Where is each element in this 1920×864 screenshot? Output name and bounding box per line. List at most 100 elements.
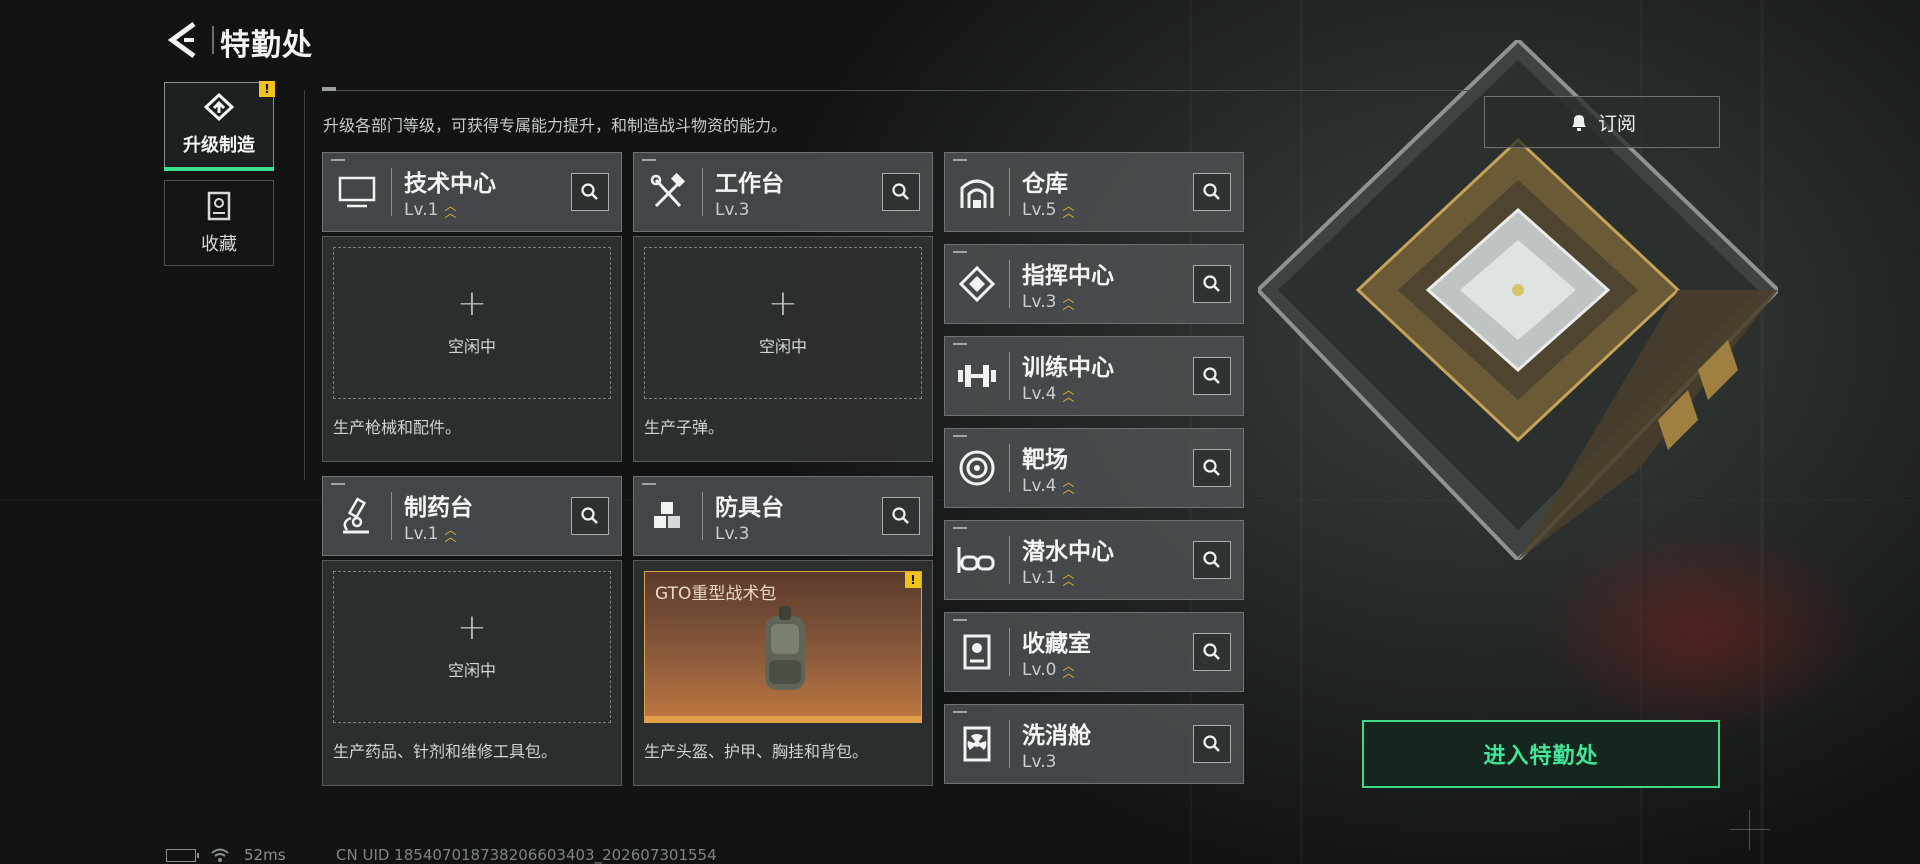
production-slot[interactable]: + 空闲中 bbox=[333, 571, 611, 723]
enter-label: 进入特勤处 bbox=[1483, 744, 1599, 769]
workshop-body-tech-center: + 空闲中 生产枪械和配件。 bbox=[322, 236, 622, 462]
slot-status: 空闲中 bbox=[447, 337, 496, 356]
plus-icon: + bbox=[767, 283, 799, 324]
search-button[interactable] bbox=[1193, 633, 1231, 671]
facility-name: 洗消舱 bbox=[1022, 723, 1091, 749]
search-button[interactable] bbox=[1193, 725, 1231, 763]
workshop-header-pharmacy[interactable]: 制药台 Lv.1 ︿ ︿ bbox=[322, 476, 622, 556]
magnifier-icon bbox=[1203, 643, 1220, 660]
microscope-icon bbox=[343, 497, 369, 534]
target-icon bbox=[959, 450, 995, 486]
tab-collection[interactable]: 收藏 bbox=[164, 180, 274, 266]
back-button[interactable] bbox=[164, 18, 204, 62]
magnifier-icon bbox=[581, 183, 598, 200]
alert-badge: ! bbox=[259, 81, 275, 97]
search-button[interactable] bbox=[1193, 173, 1231, 211]
facility-decontamination-pod[interactable]: 洗消舱 Lv.3 bbox=[944, 704, 1244, 784]
plus-icon: + bbox=[456, 607, 488, 648]
upgrade-chevron-icon: ︿ ︿ bbox=[1062, 199, 1075, 220]
search-button[interactable] bbox=[882, 497, 920, 535]
workshop-header-armor-bench[interactable]: 防具台 Lv.3 bbox=[633, 476, 933, 556]
facility-name: 训练中心 bbox=[1022, 355, 1114, 381]
facility-level: Lv.3 bbox=[1022, 752, 1057, 772]
workshop-description: 生产枪械和配件。 bbox=[333, 418, 462, 437]
magnifier-icon bbox=[1203, 183, 1220, 200]
left-rail-line bbox=[304, 90, 305, 480]
diving-goggles-icon bbox=[957, 547, 995, 573]
workshop-description: 生产头盔、护甲、胸挂和背包。 bbox=[644, 742, 869, 761]
workshop-name: 制药台 bbox=[404, 495, 473, 521]
search-button[interactable] bbox=[1193, 449, 1231, 487]
upgrade-chevron-icon: ︿ ︿ bbox=[1062, 659, 1075, 680]
battery-icon bbox=[166, 848, 199, 862]
section-rule bbox=[322, 90, 1472, 91]
facility-level: Lv.5 bbox=[1022, 200, 1057, 220]
intro-text: 升级各部门等级，可获得专属能力提升，和制造战斗物资的能力。 bbox=[323, 116, 788, 135]
subscribe-label: 订阅 bbox=[1597, 112, 1636, 135]
item-rarity-bar bbox=[645, 716, 921, 722]
production-slot[interactable]: + 空闲中 bbox=[333, 247, 611, 399]
facility-name: 潜水中心 bbox=[1022, 539, 1114, 565]
workshop-body-armor-bench: GTO重型战术包 ! 生产头盔、护甲、胸挂和背包。 bbox=[633, 560, 933, 786]
facility-collection-room[interactable]: 收藏室 Lv.0 ︿ ︿ bbox=[944, 612, 1244, 692]
slot-status: 空闲中 bbox=[758, 337, 807, 356]
magnifier-icon bbox=[581, 507, 598, 524]
workshop-description: 生产子弹。 bbox=[644, 418, 725, 437]
workshop-description: 生产药品、针剂和维修工具包。 bbox=[333, 742, 558, 761]
workshop-level: Lv.3 bbox=[715, 200, 750, 220]
facility-training-center[interactable]: 训练中心 Lv.4 ︿ ︿ bbox=[944, 336, 1244, 416]
chip-icon bbox=[958, 265, 996, 303]
status-bar: 52ms bbox=[166, 846, 286, 864]
armor-blocks-icon bbox=[654, 502, 680, 528]
magnifier-icon bbox=[892, 507, 909, 524]
facility-shooting-range[interactable]: 靶场 Lv.4 ︿ ︿ bbox=[944, 428, 1244, 508]
search-button[interactable] bbox=[882, 173, 920, 211]
magnifier-icon bbox=[1203, 459, 1220, 476]
workshop-level: Lv.1 bbox=[404, 524, 439, 544]
item-name: GTO重型战术包 bbox=[655, 584, 777, 604]
radiation-icon bbox=[963, 726, 991, 762]
search-button[interactable] bbox=[1193, 357, 1231, 395]
tab-label: 收藏 bbox=[201, 234, 237, 255]
search-button[interactable] bbox=[571, 173, 609, 211]
facility-level: Lv.4 bbox=[1022, 476, 1057, 496]
upgrade-craft-icon bbox=[203, 93, 235, 122]
corner-crosshair bbox=[1730, 810, 1770, 850]
facility-warehouse[interactable]: 仓库 Lv.5 ︿ ︿ bbox=[944, 152, 1244, 232]
collection-case-icon bbox=[207, 191, 231, 221]
facility-level: Lv.3 bbox=[1022, 292, 1057, 312]
production-slot[interactable]: + 空闲中 bbox=[644, 247, 922, 399]
tab-label: 升级制造 bbox=[183, 135, 255, 156]
facility-name: 仓库 bbox=[1022, 171, 1068, 197]
facility-name: 收藏室 bbox=[1022, 631, 1091, 657]
user-uid: CN UID 18540701873820660340​3_2026073015… bbox=[336, 846, 717, 864]
subscribe-button[interactable]: 订阅 bbox=[1484, 96, 1720, 148]
production-item-slot[interactable]: GTO重型战术包 ! bbox=[644, 571, 922, 723]
tab-upgrade-craft[interactable]: 升级制造 ! bbox=[164, 81, 275, 171]
upgrade-chevron-icon: ︿ ︿ bbox=[1062, 291, 1075, 312]
tactical-backpack-icon bbox=[765, 606, 805, 690]
enter-headquarters-button[interactable]: 进入特勤处 bbox=[1362, 720, 1720, 788]
workshop-body-workbench: + 空闲中 生产子弹。 bbox=[633, 236, 933, 462]
workshop-header-tech-center[interactable]: 技术中心 Lv.1 ︿ ︿ bbox=[322, 152, 622, 232]
header-divider bbox=[212, 26, 214, 54]
workshop-name: 工作台 bbox=[715, 171, 784, 197]
magnifier-icon bbox=[1203, 735, 1220, 752]
search-button[interactable] bbox=[1193, 265, 1231, 303]
magnifier-icon bbox=[1203, 275, 1220, 292]
search-button[interactable] bbox=[1193, 541, 1231, 579]
upgrade-chevron-icon: ︿ ︿ bbox=[1062, 567, 1075, 588]
facility-command-center[interactable]: 指挥中心 Lv.3 ︿ ︿ bbox=[944, 244, 1244, 324]
bell-plus-icon bbox=[1571, 115, 1586, 131]
upgrade-chevron-icon: ︿ ︿ bbox=[444, 199, 457, 220]
workshop-level: Lv.1 bbox=[404, 200, 439, 220]
page-title: 特勤处 bbox=[220, 28, 313, 63]
workshop-header-workbench[interactable]: 工作台 Lv.3 bbox=[633, 152, 933, 232]
facility-diving-center[interactable]: 潜水中心 Lv.1 ︿ ︿ bbox=[944, 520, 1244, 600]
magnifier-icon bbox=[1203, 367, 1220, 384]
magnifier-icon bbox=[892, 183, 909, 200]
upgrade-chevron-icon: ︿ ︿ bbox=[1062, 383, 1075, 404]
wifi-icon bbox=[211, 848, 229, 862]
workshop-name: 防具台 bbox=[715, 495, 784, 521]
search-button[interactable] bbox=[571, 497, 609, 535]
